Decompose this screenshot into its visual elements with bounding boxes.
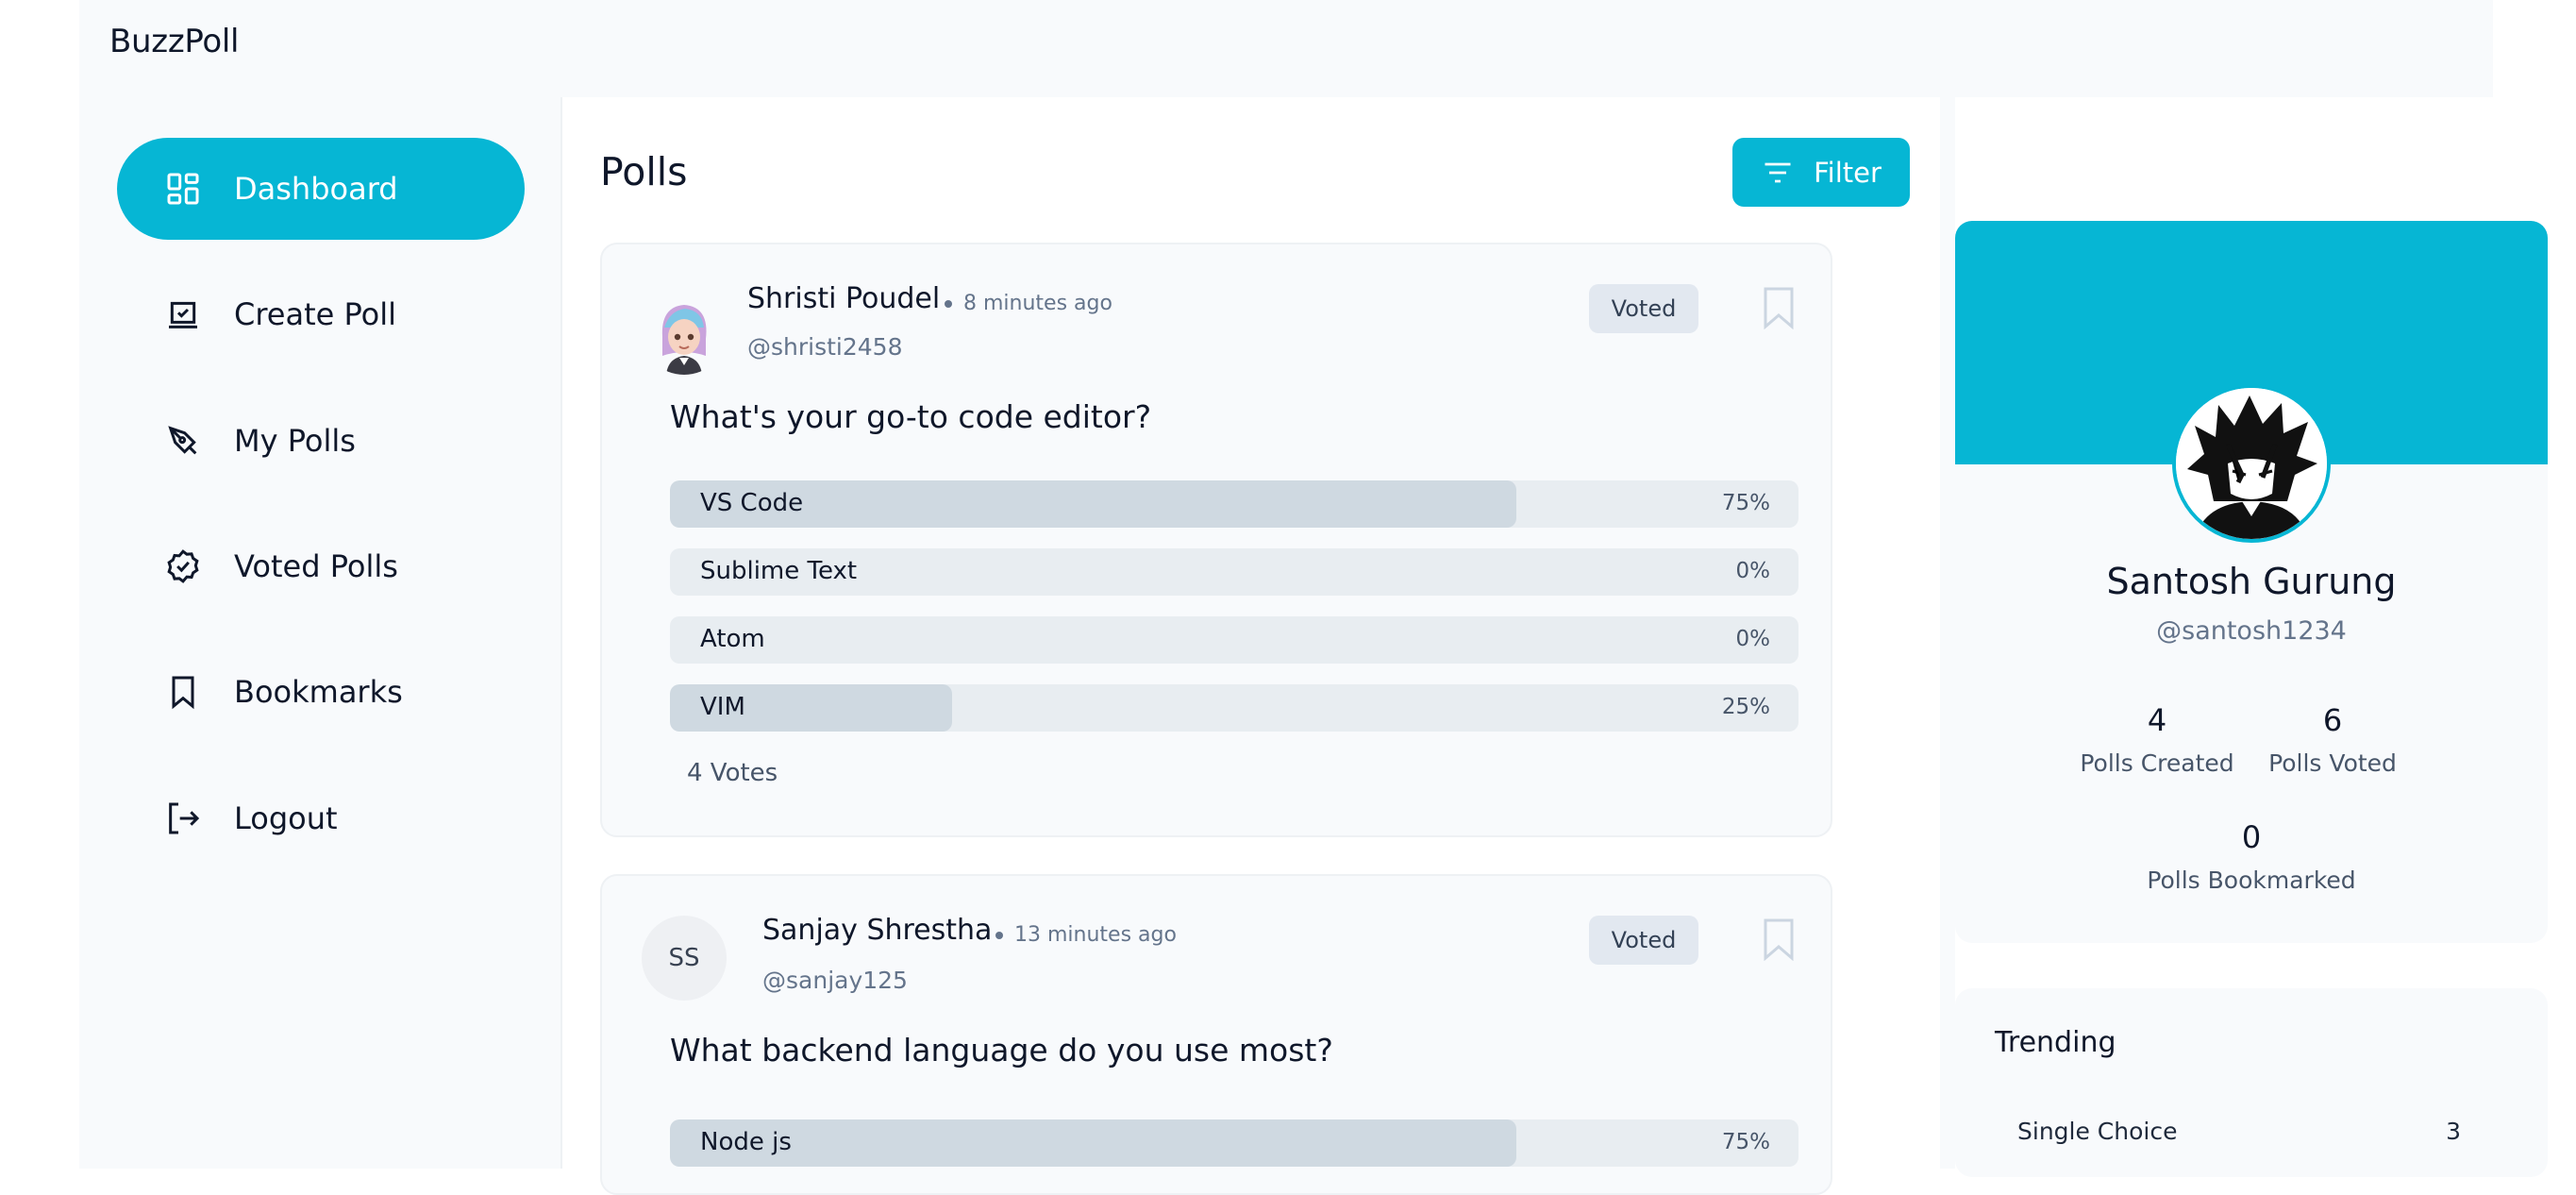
avatar[interactable]: SS xyxy=(642,916,727,1001)
trending-title: Trending xyxy=(1995,1026,2116,1059)
profile-avatar[interactable] xyxy=(2172,384,2331,543)
bookmark-button[interactable] xyxy=(1759,286,1798,330)
option-label: VIM xyxy=(700,693,745,721)
vote-count: 4 Votes xyxy=(687,759,778,787)
page-title: Polls xyxy=(600,149,688,194)
poll-question: What backend language do you use most? xyxy=(670,1032,1333,1069)
bookmark-icon xyxy=(164,673,202,711)
profile-card: Santosh Gurung @santosh1234 4 Polls Crea… xyxy=(1955,221,2548,943)
sidebar-item-label: My Polls xyxy=(234,423,356,459)
option-label: Sublime Text xyxy=(700,557,858,585)
right-panel: Santosh Gurung @santosh1234 4 Polls Crea… xyxy=(1955,97,2559,1177)
poll-option[interactable]: Node js 75% xyxy=(670,1119,1798,1167)
option-percent: 0% xyxy=(1735,559,1771,583)
profile-name: Santosh Gurung xyxy=(2106,561,2397,602)
sidebar-item-logout[interactable]: Logout xyxy=(117,767,525,869)
stat-label: Polls Voted xyxy=(2268,749,2397,777)
sidebar-item-label: Create Poll xyxy=(234,296,397,332)
sidebar-item-label: Logout xyxy=(234,800,338,836)
stat-value: 0 xyxy=(2241,819,2262,855)
time-text: 13 minutes ago xyxy=(1014,923,1177,947)
poll-question: What's your go-to code editor? xyxy=(670,398,1152,435)
sidebar-item-label: Dashboard xyxy=(234,171,398,207)
filter-label: Filter xyxy=(1814,156,1882,189)
top-bar: BuzzPoll xyxy=(79,0,2493,97)
sidebar-item-dashboard[interactable]: Dashboard xyxy=(117,138,525,240)
poll-option[interactable]: VS Code 75% xyxy=(670,480,1798,528)
poll-card: Shristi Poudel 8 minutes ago @shristi245… xyxy=(600,243,1832,837)
sidebar-item-voted-polls[interactable]: Voted Polls xyxy=(117,515,525,617)
author-handle: @sanjay125 xyxy=(762,967,908,994)
sidebar-item-label: Bookmarks xyxy=(234,674,403,710)
stat-polls-voted: 6 Polls Voted xyxy=(2219,702,2446,777)
dashboard-icon xyxy=(164,170,202,208)
bookmark-icon xyxy=(1764,918,1794,962)
stat-value: 6 xyxy=(2322,702,2343,738)
option-label: Atom xyxy=(700,625,765,653)
option-percent: 75% xyxy=(1721,491,1770,515)
poll-card: SS Sanjay Shrestha 13 minutes ago @sanja… xyxy=(600,874,1832,1195)
voted-badge: Voted xyxy=(1589,916,1698,965)
option-percent: 75% xyxy=(1721,1130,1770,1154)
poll-option[interactable]: Sublime Text 0% xyxy=(670,548,1798,596)
option-fill-bar xyxy=(670,1119,1516,1167)
filter-icon xyxy=(1765,162,1791,182)
stat-polls-bookmarked: 0 Polls Bookmarked xyxy=(2119,819,2384,894)
option-percent: 0% xyxy=(1735,627,1771,651)
avatar[interactable] xyxy=(642,290,727,375)
polls-feed: Polls Filter Shristi Poudel 8 minutes ag… xyxy=(562,97,1940,1195)
app-shell: BuzzPoll Dashboard Create Poll My Polls xyxy=(79,0,2559,1195)
trending-label: Single Choice xyxy=(2017,1118,2178,1145)
author-handle: @shristi2458 xyxy=(747,333,903,361)
poll-option[interactable]: VIM 25% xyxy=(670,684,1798,732)
brand-logo[interactable]: BuzzPoll xyxy=(109,23,239,60)
check-badge-icon xyxy=(164,547,202,585)
option-label: Node js xyxy=(700,1128,792,1156)
sidebar-item-my-polls[interactable]: My Polls xyxy=(117,390,525,492)
profile-handle: @santosh1234 xyxy=(2156,616,2347,646)
post-time: 13 minutes ago xyxy=(995,923,1177,947)
voted-badge: Voted xyxy=(1589,284,1698,333)
author-name[interactable]: Shristi Poudel xyxy=(747,282,940,315)
separator-dot xyxy=(945,300,952,308)
trending-item[interactable]: Single Choice 3 xyxy=(2017,1118,2461,1145)
logout-icon xyxy=(164,799,202,837)
trending-count: 3 xyxy=(2446,1118,2461,1145)
sidebar-item-create-poll[interactable]: Create Poll xyxy=(117,263,525,365)
pen-icon xyxy=(164,422,202,460)
time-text: 8 minutes ago xyxy=(963,292,1112,315)
post-time: 8 minutes ago xyxy=(945,292,1112,315)
filter-button[interactable]: Filter xyxy=(1732,138,1910,207)
trending-card: Trending Single Choice 3 xyxy=(1955,988,2548,1177)
bookmark-button[interactable] xyxy=(1759,917,1798,962)
option-label: VS Code xyxy=(700,489,804,517)
stat-label: Polls Bookmarked xyxy=(2147,867,2356,894)
separator-dot xyxy=(995,932,1003,939)
sidebar: Dashboard Create Poll My Polls Voted Pol… xyxy=(79,97,562,1169)
create-poll-icon xyxy=(164,295,202,333)
sidebar-item-bookmarks[interactable]: Bookmarks xyxy=(117,641,525,743)
author-name[interactable]: Sanjay Shrestha xyxy=(762,914,992,947)
poll-option[interactable]: Atom 0% xyxy=(670,616,1798,664)
bookmark-icon xyxy=(1764,287,1794,330)
option-percent: 25% xyxy=(1721,695,1770,719)
sidebar-item-label: Voted Polls xyxy=(234,548,398,584)
